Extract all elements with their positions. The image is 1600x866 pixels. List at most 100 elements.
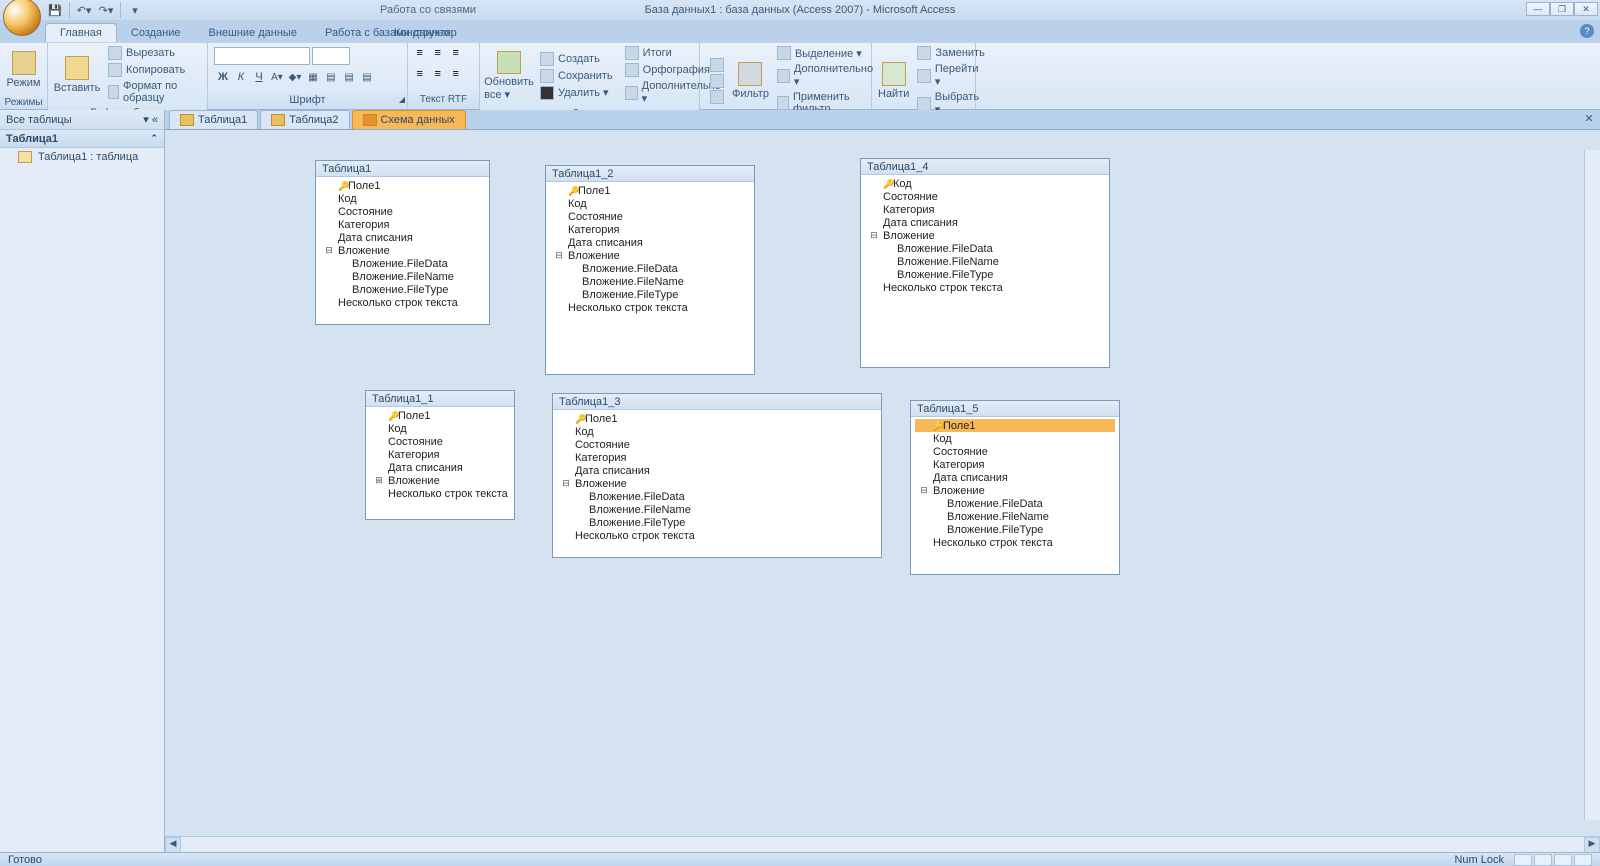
field-row[interactable]: Состояние bbox=[550, 210, 750, 223]
nav-group[interactable]: Таблица1 ⌃ bbox=[0, 130, 164, 148]
field-row[interactable]: 🔑Поле1 bbox=[370, 409, 510, 422]
tab-home[interactable]: Главная bbox=[45, 23, 117, 42]
new-button[interactable]: Создать bbox=[536, 51, 617, 67]
table-window-3[interactable]: Таблица1_4 🔑Код Состояние Категория Дата… bbox=[860, 158, 1110, 368]
indent-button[interactable]: ≡ bbox=[453, 68, 471, 86]
bold-button[interactable]: Ж bbox=[214, 68, 232, 86]
table-window-6[interactable]: Таблица1_5 🔑Поле1 Код Состояние Категори… bbox=[910, 400, 1120, 575]
field-row[interactable]: Дата списания bbox=[557, 464, 877, 477]
refresh-button[interactable]: Обновить все ▾ bbox=[486, 51, 532, 101]
table-window-title[interactable]: Таблица1_2 bbox=[546, 166, 754, 182]
relationships-canvas[interactable]: Таблица1 🔑Поле1 Код Состояние Категория … bbox=[165, 130, 1600, 836]
collapse-icon[interactable]: ⊟ bbox=[869, 230, 879, 241]
field-row[interactable]: Состояние bbox=[557, 438, 877, 451]
view-btn-1[interactable] bbox=[1514, 854, 1532, 866]
font-size-combo[interactable] bbox=[312, 47, 350, 65]
restore-button[interactable]: ❐ bbox=[1550, 2, 1574, 16]
field-row[interactable]: Вложение.FileData bbox=[557, 490, 877, 503]
font-color-button[interactable]: A▾ bbox=[268, 68, 286, 86]
scroll-left-button[interactable]: ◀ bbox=[165, 837, 181, 853]
collapse-icon[interactable]: ⊟ bbox=[919, 485, 929, 496]
field-row[interactable]: Дата списания bbox=[915, 471, 1115, 484]
field-row[interactable]: Несколько строк текста bbox=[915, 536, 1115, 549]
dialog-launcher-icon[interactable]: ◢ bbox=[399, 95, 405, 104]
delete-button[interactable]: Удалить ▾ bbox=[536, 85, 617, 101]
field-row[interactable]: Состояние bbox=[320, 205, 485, 218]
paste-button[interactable]: Вставить bbox=[54, 50, 100, 100]
align-button[interactable]: ▤ bbox=[322, 68, 340, 86]
table-window-5[interactable]: Таблица1_3 🔑Поле1 Код Состояние Категори… bbox=[552, 393, 882, 558]
help-icon[interactable]: ? bbox=[1580, 24, 1594, 38]
field-row[interactable]: ⊟Вложение bbox=[550, 249, 750, 262]
field-row[interactable]: 🔑Код bbox=[865, 177, 1105, 190]
goto-button[interactable]: Перейти ▾ bbox=[913, 62, 988, 89]
fill-color-button[interactable]: ◆▾ bbox=[286, 68, 304, 86]
field-row[interactable]: 🔑Поле1 bbox=[557, 412, 877, 425]
table-window-2[interactable]: Таблица1_2 🔑Поле1 Код Состояние Категори… bbox=[545, 165, 755, 375]
doc-tab-table1[interactable]: Таблица1 bbox=[169, 110, 258, 129]
gridlines-button[interactable]: ▦ bbox=[304, 68, 322, 86]
filter-button[interactable]: Фильтр bbox=[732, 56, 769, 106]
horizontal-scrollbar[interactable]: ◀ ▶ bbox=[165, 836, 1600, 852]
field-row[interactable]: Код bbox=[915, 432, 1115, 445]
field-row[interactable]: Вложение.FileName bbox=[550, 275, 750, 288]
field-row[interactable]: Дата списания bbox=[865, 216, 1105, 229]
table-window-title[interactable]: Таблица1_3 bbox=[553, 394, 881, 410]
save-icon[interactable]: 💾 bbox=[45, 1, 65, 19]
doc-tab-relationships[interactable]: Схема данных bbox=[352, 110, 466, 129]
field-row[interactable]: Вложение.FileName bbox=[915, 510, 1115, 523]
vertical-scrollbar[interactable] bbox=[1584, 150, 1600, 820]
font-name-combo[interactable] bbox=[214, 47, 310, 65]
field-row[interactable]: Состояние bbox=[915, 445, 1115, 458]
field-row[interactable]: Код bbox=[370, 422, 510, 435]
table-window-4[interactable]: Таблица1_1 🔑Поле1 Код Состояние Категори… bbox=[365, 390, 515, 520]
align-right-button[interactable]: ≡ bbox=[453, 47, 471, 65]
save-record-button[interactable]: Сохранить bbox=[536, 68, 617, 84]
field-row[interactable]: Вложение.FileType bbox=[865, 268, 1105, 281]
field-row-selected[interactable]: 🔑Поле1 bbox=[915, 419, 1115, 432]
minimize-button[interactable]: — bbox=[1526, 2, 1550, 16]
field-row[interactable]: Категория bbox=[557, 451, 877, 464]
field-row[interactable]: ⊟Вложение bbox=[915, 484, 1115, 497]
field-row[interactable]: Код bbox=[550, 197, 750, 210]
view-button[interactable]: Режим bbox=[6, 45, 41, 95]
collapse-icon[interactable]: ⌃ bbox=[150, 133, 158, 144]
field-row[interactable]: Дата списания bbox=[550, 236, 750, 249]
field-row[interactable]: Вложение.FileType bbox=[915, 523, 1115, 536]
field-row[interactable]: Категория bbox=[550, 223, 750, 236]
field-row[interactable]: Категория bbox=[865, 203, 1105, 216]
qat-customize-icon[interactable]: ▾ bbox=[125, 1, 145, 19]
find-button[interactable]: Найти bbox=[878, 56, 909, 106]
align-left-button[interactable]: ≡ bbox=[417, 47, 435, 65]
field-row[interactable]: ⊟Вложение bbox=[557, 477, 877, 490]
field-row[interactable]: Вложение.FileName bbox=[557, 503, 877, 516]
tab-external-data[interactable]: Внешние данные bbox=[195, 24, 311, 42]
clear-sort-button[interactable] bbox=[706, 89, 728, 105]
chevron-down-icon[interactable]: ▾ « bbox=[143, 113, 158, 126]
office-button[interactable] bbox=[3, 0, 41, 36]
field-row[interactable]: Категория bbox=[320, 218, 485, 231]
field-row[interactable]: Вложение.FileData bbox=[320, 257, 485, 270]
field-row[interactable]: Категория bbox=[370, 448, 510, 461]
tab-create[interactable]: Создание bbox=[117, 24, 195, 42]
numbering-button[interactable]: ≡ bbox=[417, 68, 435, 86]
field-row[interactable]: Код bbox=[320, 192, 485, 205]
copy-button[interactable]: Копировать bbox=[104, 62, 201, 78]
field-row[interactable]: Вложение.FileData bbox=[915, 497, 1115, 510]
field-row[interactable]: Вложение.FileType bbox=[557, 516, 877, 529]
table-window-title[interactable]: Таблица1_4 bbox=[861, 159, 1109, 175]
collapse-icon[interactable]: ⊟ bbox=[324, 245, 334, 256]
underline-button[interactable]: Ч bbox=[250, 68, 268, 86]
nav-header[interactable]: Все таблицы ▾ « bbox=[0, 110, 164, 130]
table-window-title[interactable]: Таблица1 bbox=[316, 161, 489, 177]
table-window-1[interactable]: Таблица1 🔑Поле1 Код Состояние Категория … bbox=[315, 160, 490, 325]
replace-button[interactable]: Заменить bbox=[913, 45, 988, 61]
undo-icon[interactable]: ↶▾ bbox=[74, 1, 94, 19]
sort-desc-button[interactable] bbox=[706, 73, 728, 89]
field-row[interactable]: Состояние bbox=[370, 435, 510, 448]
field-row[interactable]: Несколько строк текста bbox=[320, 296, 485, 309]
field-row[interactable]: Вложение.FileData bbox=[550, 262, 750, 275]
field-row[interactable]: Вложение.FileName bbox=[865, 255, 1105, 268]
view-btn-2[interactable] bbox=[1534, 854, 1552, 866]
field-row[interactable]: Дата списания bbox=[320, 231, 485, 244]
